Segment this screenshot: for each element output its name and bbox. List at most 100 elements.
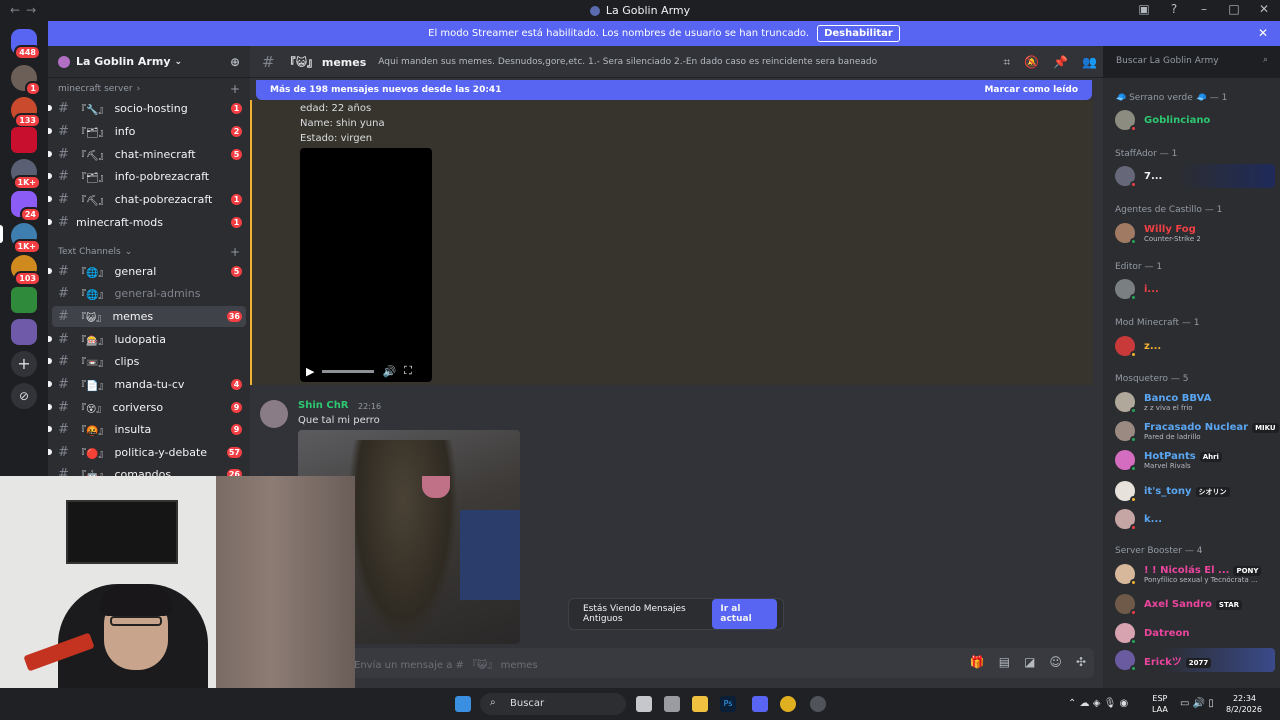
member-item[interactable]: z... <box>1115 334 1275 358</box>
search-input[interactable]: Buscar La Goblin Army ⌕ <box>1110 52 1274 72</box>
member-list-icon[interactable]: 👥 <box>1082 55 1097 70</box>
task-view-icon[interactable] <box>636 696 652 712</box>
close-window-icon[interactable]: ✕ <box>1256 2 1272 16</box>
fullscreen-icon[interactable]: ⛶ <box>404 364 412 378</box>
dog-tongue <box>422 476 450 498</box>
pin-icon[interactable]: 📌 <box>1053 55 1068 70</box>
channel-topic[interactable]: Aqui manden sus memes. Desnudos,gore,etc… <box>378 57 998 67</box>
member-item[interactable]: it's_tony シオリン <box>1115 479 1275 503</box>
server-icon[interactable]: 1 <box>11 65 41 96</box>
channel-item[interactable]: # minecraft-mods 1 <box>48 212 246 233</box>
new-messages-bar[interactable]: Más de 198 mensajes nuevos desde las 20:… <box>256 80 1092 100</box>
channel-item[interactable]: # 『🔧』 socio-hosting 1 <box>48 98 246 119</box>
server-icon[interactable] <box>11 319 37 345</box>
close-banner-icon[interactable]: ✕ <box>1258 26 1268 40</box>
photoshop-icon[interactable]: Ps <box>720 696 736 712</box>
back-arrow-icon[interactable]: ← <box>10 3 26 17</box>
member-item[interactable]: HotPants Ahri Marvel Rivals <box>1115 448 1275 472</box>
role-header: Mod Minecraft — 1 <box>1115 318 1200 328</box>
channel-item[interactable]: # 『⛏』 chat-minecraft 5 <box>48 144 246 165</box>
disable-streamer-button[interactable]: Deshabilitar <box>817 25 900 42</box>
message-text: Que tal mi perro <box>298 415 380 426</box>
mention-badge: 9 <box>231 424 242 435</box>
member-item[interactable]: Goblinciano <box>1115 108 1275 132</box>
channel-item[interactable]: # 『🎰』 ludopatia <box>48 329 246 350</box>
member-item[interactable]: k... <box>1115 507 1275 531</box>
channel-item[interactable]: # 『🔴』 politica-y-debate 57 <box>48 442 246 463</box>
add-member-icon[interactable]: ⊕ <box>230 55 240 69</box>
avatar[interactable] <box>260 400 288 428</box>
member-item[interactable]: ! ! Nicolás El ... PONY Ponyfílico sexual … <box>1115 562 1275 586</box>
member-item[interactable]: Axel Sandro STAR <box>1115 592 1275 616</box>
server-icon[interactable]: 133 <box>11 97 41 128</box>
home-button[interactable]: 448 <box>11 29 41 60</box>
chrome-icon[interactable] <box>780 696 796 712</box>
mention-badge: 5 <box>231 266 242 277</box>
minimize-icon[interactable]: – <box>1196 2 1212 16</box>
start-icon[interactable] <box>455 696 471 712</box>
app-icon[interactable] <box>810 696 826 712</box>
channel-item[interactable]: # 『📄』 manda-tu-cv 4 <box>48 374 246 395</box>
channel-emoji: 『🌐』 <box>76 290 109 301</box>
discord-taskbar-icon[interactable] <box>752 696 768 712</box>
nav-arrows[interactable]: ←→ <box>10 3 42 17</box>
channel-item[interactable]: # 『🤬』 insulta 9 <box>48 419 246 440</box>
file-explorer-icon[interactable] <box>692 696 708 712</box>
app-icon[interactable] <box>664 696 680 712</box>
channel-item[interactable]: # 『📼』 clips <box>48 351 246 372</box>
twitch-server-icon[interactable]: 24 <box>11 191 41 222</box>
forward-arrow-icon[interactable]: → <box>26 3 42 17</box>
help-icon[interactable]: ? <box>1166 2 1182 16</box>
emoji-icon[interactable]: ☺ <box>1049 655 1062 669</box>
language-indicator[interactable]: ESP LAA <box>1152 693 1168 715</box>
volume-icon[interactable]: 🔊 <box>382 365 396 378</box>
tray-icons[interactable]: ▭ 🔊 ▯ <box>1180 698 1214 709</box>
category-minecraft-server[interactable]: minecraft server › + <box>58 83 240 95</box>
mark-read-button[interactable]: Marcar como leído <box>984 85 1078 95</box>
server-icon[interactable] <box>11 287 37 313</box>
channel-item[interactable]: # 『🗂』 info-pobrezacraft <box>48 166 246 187</box>
member-item[interactable]: Erickツ 2077 <box>1115 648 1275 672</box>
channel-item[interactable]: # 『⛏』 chat-pobrezacraft 1 <box>48 189 246 210</box>
jump-to-present-button[interactable]: Ir al actual <box>712 599 777 629</box>
server-icon[interactable]: 1K+ <box>11 223 41 254</box>
guild-header[interactable]: La Goblin Army ⌄ ⊕ <box>48 46 250 78</box>
play-icon[interactable]: ▶ <box>306 365 314 378</box>
video-attachment[interactable]: ▶ 🔊 ⛶ <box>300 148 432 382</box>
channel-item-active[interactable]: # 『😺』 memes 36 <box>52 306 246 327</box>
member-item[interactable]: i... <box>1115 277 1275 301</box>
notifications-muted-icon[interactable]: 🔕 <box>1024 55 1039 70</box>
video-progress[interactable] <box>322 369 375 373</box>
category-text-channels[interactable]: Text Channels ⌄ + <box>58 246 240 258</box>
discover-icon[interactable]: ⊘ <box>11 383 37 409</box>
add-channel-icon[interactable]: + <box>230 246 240 258</box>
server-icon[interactable] <box>11 127 37 153</box>
gif-icon[interactable]: ▤ <box>999 655 1010 669</box>
member-item[interactable]: Datreon <box>1115 621 1275 645</box>
sticker-icon[interactable]: ◪ <box>1024 655 1035 669</box>
channel-item[interactable]: # 『😵』 coriverso 9 <box>48 397 246 418</box>
member-item[interactable]: Willy Fog Counter-Strike 2 <box>1115 221 1275 245</box>
member-item[interactable]: 7... <box>1115 164 1275 188</box>
message-author[interactable]: Shin ChR <box>298 400 349 411</box>
add-server-icon[interactable]: + <box>11 351 37 377</box>
message-composer[interactable]: Envía un mensaje a # 『😺』 memes 🎁 ▤ ◪ ☺ ✣ <box>258 648 1094 678</box>
clock-time: 22:34 <box>1232 694 1256 703</box>
threads-icon[interactable]: ⌗ <box>1003 55 1010 70</box>
apps-icon[interactable]: ✣ <box>1076 655 1086 669</box>
avatar <box>1115 336 1137 358</box>
inbox-icon[interactable]: ▣ <box>1136 2 1152 16</box>
server-icon[interactable]: 1K+ <box>11 159 41 190</box>
channel-item[interactable]: # 『🗂』 info 2 <box>48 121 246 142</box>
maximize-icon[interactable]: □ <box>1226 2 1242 16</box>
add-channel-icon[interactable]: + <box>230 83 240 95</box>
system-tray[interactable]: ⌃ ☁ ◈ 🎙 ◉ <box>1068 698 1128 709</box>
member-item[interactable]: Banco BBVA z z viva el frio <box>1115 390 1275 414</box>
gift-icon[interactable]: 🎁 <box>970 655 985 669</box>
taskbar-search[interactable]: ⌕ Buscar <box>480 693 626 715</box>
channel-item[interactable]: # 『🌐』 general 5 <box>48 261 246 282</box>
channel-item[interactable]: # 『🌐』 general-admins <box>52 283 246 304</box>
server-icon[interactable]: 103 <box>11 255 41 286</box>
clock[interactable]: 22:34 8/2/2026 <box>1226 693 1262 715</box>
member-item[interactable]: Fracasado Nuclear MIKU Pared de ladrillo <box>1115 419 1279 443</box>
